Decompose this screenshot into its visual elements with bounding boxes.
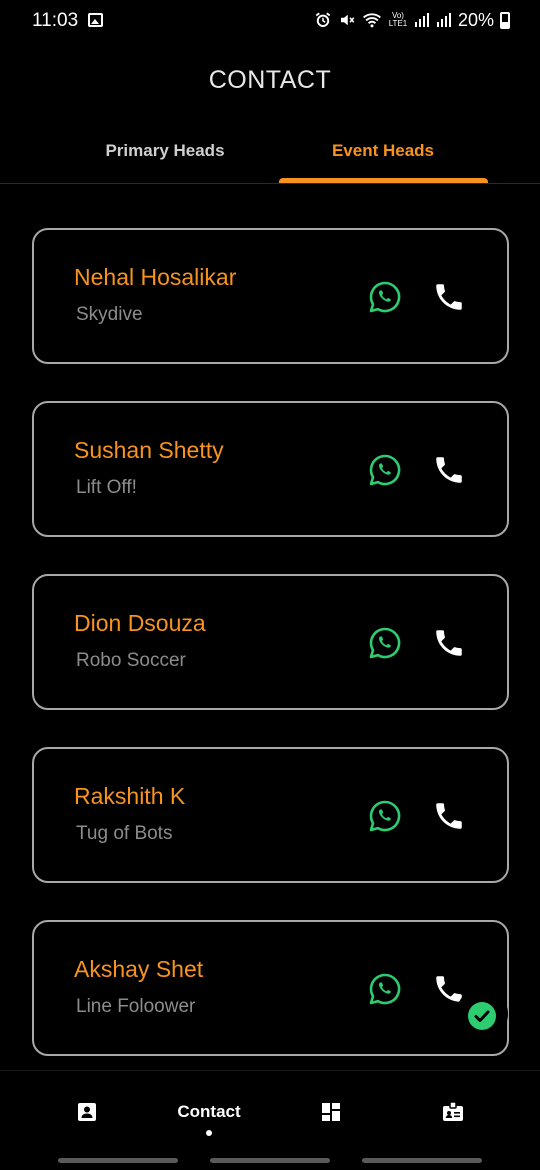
tab-event-heads[interactable]: Event Heads	[278, 128, 488, 184]
mute-icon	[340, 14, 355, 26]
contact-event: Skydive	[76, 304, 143, 325]
phone-icon[interactable]	[432, 799, 466, 833]
contact-name: Akshay Shet	[74, 956, 204, 982]
nav-contact-card[interactable]	[72, 1097, 102, 1127]
contact-event: Line Foloower	[76, 996, 196, 1017]
signal-icon	[414, 13, 429, 27]
badge-icon	[443, 1101, 463, 1121]
contact-card-icon	[78, 1103, 96, 1121]
whatsapp-icon[interactable]	[368, 280, 402, 314]
phone-icon[interactable]	[432, 280, 466, 314]
dashboard-icon	[322, 1103, 340, 1121]
status-bar: 11:03 Vo) LTE1 20%	[0, 0, 540, 40]
check-circle-icon	[468, 1002, 496, 1030]
status-time: 11:03	[32, 10, 79, 31]
contact-card: Sushan Shetty Lift Off!	[32, 401, 509, 537]
bottom-nav: Contact	[0, 1070, 540, 1170]
contact-name: Sushan Shetty	[74, 437, 224, 463]
contact-card: Akshay Shet Line Foloower	[32, 920, 509, 1056]
whatsapp-icon[interactable]	[368, 453, 402, 487]
contact-event: Tug of Bots	[76, 823, 173, 844]
alarm-icon	[315, 12, 331, 27]
check-badge[interactable]	[456, 988, 508, 1040]
nav-contact[interactable]: Contact	[160, 1097, 258, 1127]
contact-card: Rakshith K Tug of Bots	[32, 747, 509, 883]
battery-percentage: 20%	[457, 9, 494, 30]
status-icons: Vo) LTE1 20%	[314, 8, 510, 32]
phone-icon[interactable]	[432, 626, 466, 660]
tab-bar: Primary Heads Event Heads	[0, 128, 540, 184]
tab-primary-heads[interactable]: Primary Heads	[60, 128, 270, 184]
nav-dashboard[interactable]	[316, 1097, 346, 1127]
nav-badge[interactable]	[438, 1097, 468, 1127]
battery-icon	[500, 11, 510, 29]
phone-icon[interactable]	[432, 453, 466, 487]
contact-card: Nehal Hosalikar Skydive	[32, 228, 509, 364]
contact-name: Dion Dsouza	[74, 610, 206, 636]
wifi-icon	[363, 13, 381, 28]
whatsapp-icon[interactable]	[368, 626, 402, 660]
active-tab-indicator	[279, 178, 488, 183]
nav-contact-label: Contact	[177, 1102, 241, 1121]
active-nav-indicator	[206, 1130, 212, 1136]
gallery-notification-icon	[88, 13, 103, 27]
page-title: CONTACT	[208, 66, 332, 94]
gesture-bar	[362, 1158, 482, 1163]
contact-name: Rakshith K	[74, 783, 186, 809]
network-type-label: Vo) LTE1	[388, 11, 408, 28]
signal-icon-2	[436, 13, 451, 27]
gesture-bar	[58, 1158, 178, 1163]
gesture-bar	[210, 1158, 330, 1163]
whatsapp-icon[interactable]	[368, 972, 402, 1006]
whatsapp-icon[interactable]	[368, 799, 402, 833]
contact-event: Robo Soccer	[76, 650, 186, 671]
contact-card: Dion Dsouza Robo Soccer	[32, 574, 509, 710]
contact-name: Nehal Hosalikar	[74, 264, 237, 290]
contact-event: Lift Off!	[76, 477, 137, 498]
